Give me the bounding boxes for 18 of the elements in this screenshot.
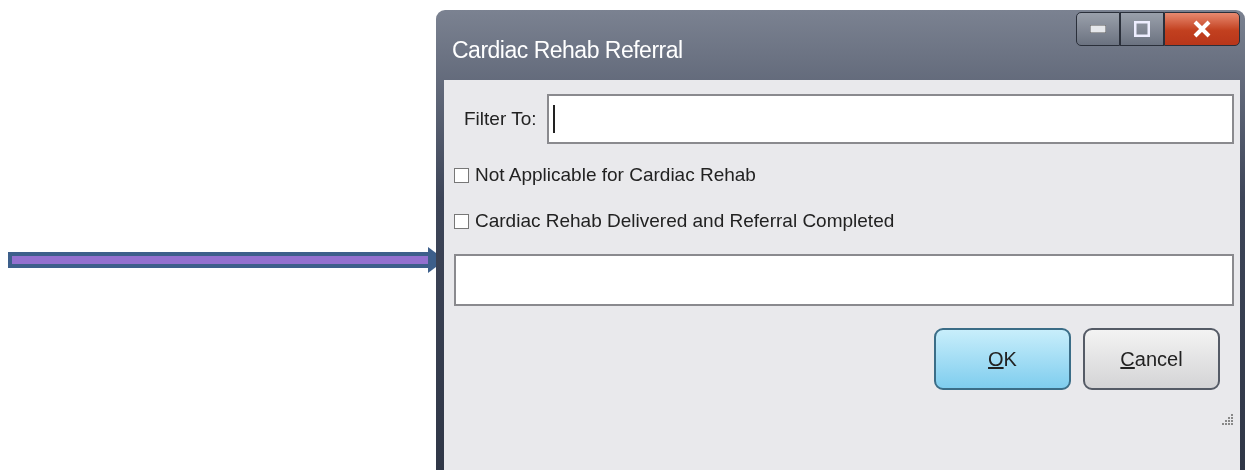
resize-grip-icon[interactable] [1220, 412, 1234, 426]
filter-field[interactable] [546, 94, 1234, 144]
close-icon [1192, 20, 1212, 38]
checkbox[interactable] [454, 167, 469, 183]
text-field[interactable] [454, 254, 1234, 306]
window-title: Cardiac Rehab Referral [452, 36, 683, 64]
close-button[interactable] [1164, 12, 1240, 46]
checkbox[interactable] [454, 213, 469, 229]
cancel-button[interactable]: Cancel [1083, 328, 1220, 390]
checkbox-label: Not Applicable for Cardiac Rehab [475, 164, 756, 186]
maximize-icon [1134, 21, 1150, 37]
minimize-icon [1090, 25, 1106, 33]
ok-button[interactable]: OK [934, 328, 1071, 390]
text-cursor-icon [552, 105, 555, 133]
checkbox-label: Cardiac Rehab Delivered and Referral Completed [475, 210, 895, 232]
minimize-button[interactable] [1076, 12, 1120, 46]
filter-label: Filter To: [464, 108, 537, 130]
maximize-button[interactable] [1120, 12, 1164, 46]
